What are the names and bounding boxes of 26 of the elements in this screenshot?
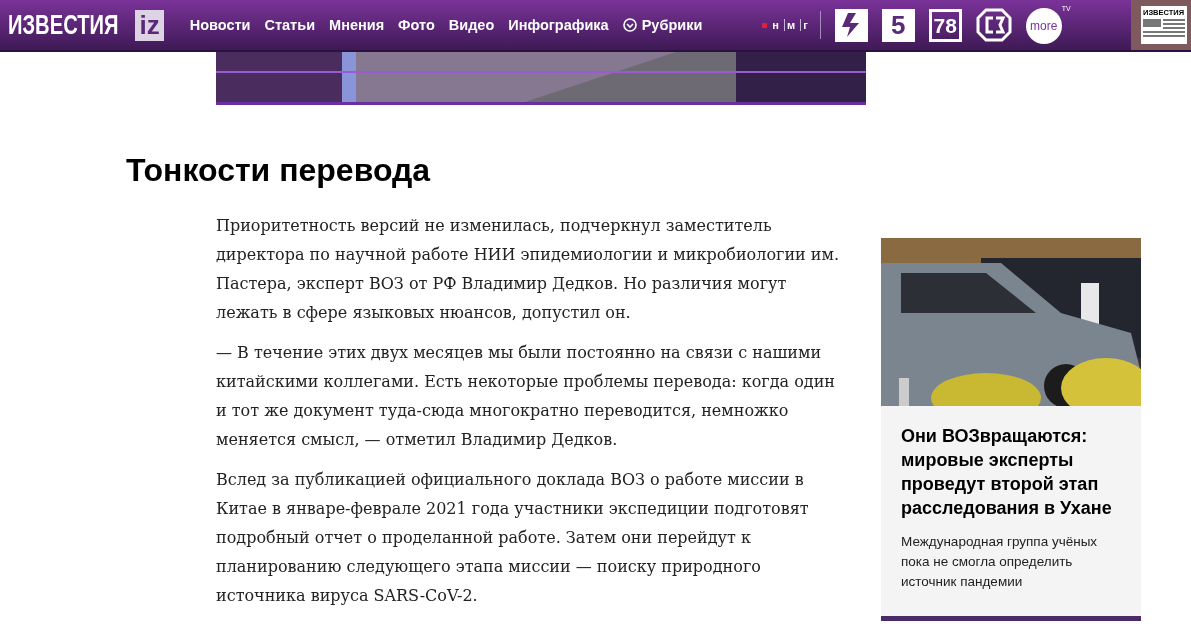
article-paragraph: Приоритетность версий не изменилась, подчеркнул заместитель директора по научной работе НИИ эпидемиологии и микробиологии им. Пастера, эксперт ВОЗ от РФ Владимир Дедков. Но различия могут лежать в сфере языковых нюансов, допустил он. (216, 215, 840, 325)
channel-logo-icon[interactable] (975, 8, 1012, 42)
article-paragraph: Вслед за публикацией официального доклада ВОЗ о работе миссии в Китае в январе-феврале 2021 года участники экспедиции подготовят подробный отчет о проделанной работе. Затем они перейдут к планированию следующего этапа миссии — поиску природного источника вируса SARS-CoV-2. (216, 469, 810, 608)
logo-badge[interactable]: iz (135, 9, 164, 41)
channel-logo[interactable] (834, 8, 868, 42)
rubrics-menu[interactable]: Рубрики (622, 17, 703, 33)
related-article-lead: Международная группа учёных пока не смогла определить источник пандемии (901, 533, 1099, 591)
nav-link[interactable]: Статьи (264, 17, 316, 33)
channel-logo[interactable]: 78 (928, 8, 962, 42)
group-link[interactable]: н (770, 19, 781, 31)
group-link[interactable]: м (784, 19, 798, 31)
nav-link[interactable]: Новости (189, 17, 251, 33)
channel-logo[interactable]: 5 (881, 8, 915, 42)
nav-link[interactable]: Инфографика (508, 17, 609, 33)
marker-icon (762, 22, 768, 28)
nav-link[interactable]: Фото (398, 17, 435, 33)
related-article-title[interactable]: Они ВОЗвращаются: мировые эксперты проведут второй этап расследования в Ухане (901, 424, 1127, 520)
chevron-down-icon (622, 18, 637, 32)
nav-link[interactable]: Мнения (329, 17, 385, 33)
channel-logo[interactable]: more (1025, 8, 1062, 44)
group-link[interactable]: г (800, 19, 810, 31)
section-heading: Тонкости перевода (126, 151, 432, 190)
newspaper-lines-icon (1143, 19, 1185, 39)
logo-wordmark[interactable]: ИЗВЕСТИЯ (8, 11, 119, 39)
nav-link[interactable]: Видео (448, 17, 495, 33)
article-paragraph: — В течение этих двух месяцев мы были постоянно на связи с нашими китайскими коллегами. Есть некоторые проблемы перевода: когда один и тот же документ туда-сюда многократно переводится, немножко меняется смысл, — отметил Владимир Дедков. (216, 342, 836, 452)
